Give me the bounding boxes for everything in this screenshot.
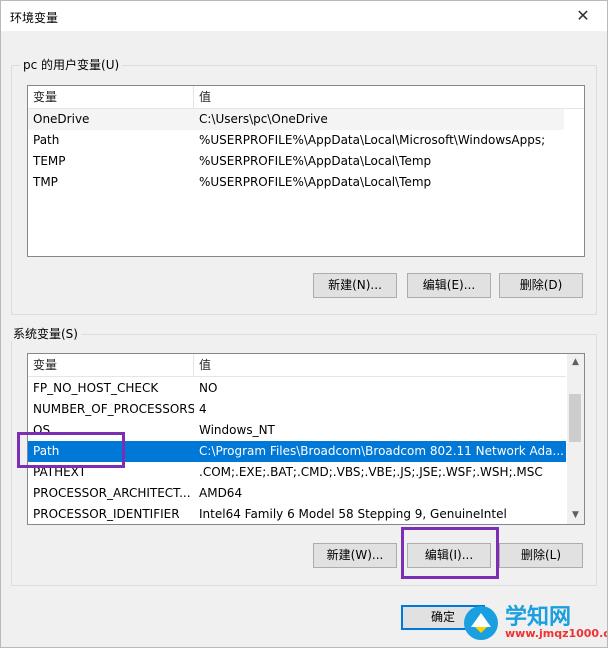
table-row[interactable]: PROCESSOR_ARCHITECT... AMD64	[28, 483, 567, 504]
variable-value: %USERPROFILE%\AppData\Local\Microsoft\Wi…	[199, 133, 546, 147]
watermark-logo-icon	[464, 606, 498, 640]
user-edit-button[interactable]: 编辑(E)...	[407, 273, 491, 298]
system-edit-button[interactable]: 编辑(I)...	[407, 543, 491, 568]
variable-name: OS	[33, 423, 51, 437]
column-header-variable[interactable]: 变量	[28, 354, 194, 376]
variable-name: PATHEXT	[33, 465, 87, 479]
system-variables-label: 系统变量(S)	[10, 327, 81, 341]
table-row[interactable]: OneDrive C:\Users\pc\OneDrive	[28, 109, 564, 130]
variable-name: PROCESSOR_IDENTIFIER	[33, 507, 180, 521]
column-header-value[interactable]: 值	[194, 354, 567, 376]
scrollbar-thumb[interactable]	[569, 394, 581, 442]
table-row[interactable]: PATHEXT .COM;.EXE;.BAT;.CMD;.VBS;.VBE;.J…	[28, 462, 567, 483]
table-row-selected[interactable]: Path C:\Program Files\Broadcom\Broadcom …	[28, 441, 567, 462]
variable-name: Path	[33, 133, 60, 147]
variable-name: FP_NO_HOST_CHECK	[33, 381, 159, 395]
scroll-up-icon[interactable]: ▲	[567, 354, 584, 371]
table-row[interactable]: Path %USERPROFILE%\AppData\Local\Microso…	[28, 130, 564, 151]
variable-value: %USERPROFILE%\AppData\Local\Temp	[199, 154, 432, 168]
variable-value: C:\Users\pc\OneDrive	[199, 112, 328, 126]
variable-name: OneDrive	[33, 112, 90, 126]
variable-name: NUMBER_OF_PROCESSORS	[33, 402, 194, 416]
variable-value: .COM;.EXE;.BAT;.CMD;.VBS;.VBE;.JS;.JSE;.…	[199, 465, 543, 479]
user-variables-label: pc 的用户变量(U)	[20, 58, 123, 72]
user-new-button[interactable]: 新建(N)...	[313, 273, 397, 298]
close-icon[interactable]: ✕	[563, 1, 603, 31]
variable-value: Windows_NT	[199, 423, 275, 437]
table-row[interactable]: TMP %USERPROFILE%\AppData\Local\Temp	[28, 172, 564, 193]
variable-name: Path	[33, 444, 60, 458]
variable-value: %USERPROFILE%\AppData\Local\Temp	[199, 175, 432, 189]
variable-name: TMP	[33, 175, 58, 189]
column-header-value[interactable]: 值	[194, 86, 584, 108]
system-new-button[interactable]: 新建(W)...	[313, 543, 397, 568]
variable-name: TEMP	[33, 154, 66, 168]
window-title: 环境变量	[10, 11, 59, 25]
watermark: 学知网 www.jmqz1000.com	[457, 597, 607, 647]
variable-value: Intel64 Family 6 Model 58 Stepping 9, Ge…	[199, 507, 507, 521]
variable-value: 4	[199, 402, 207, 416]
scroll-down-icon[interactable]: ▼	[567, 507, 584, 524]
table-row[interactable]: NUMBER_OF_PROCESSORS 4	[28, 399, 567, 420]
environment-variables-dialog: 环境变量 ✕ pc 的用户变量(U) 变量 值 OneDrive C:\User…	[0, 0, 608, 648]
title-bar: 环境变量 ✕	[1, 1, 607, 31]
variable-value: AMD64	[199, 486, 243, 500]
system-variables-list[interactable]: 变量 值 FP_NO_HOST_CHECK NO NUMBER_OF_PROCE…	[27, 353, 585, 525]
variable-value: NO	[199, 381, 218, 395]
system-delete-button[interactable]: 删除(L)	[499, 543, 583, 568]
watermark-url: www.jmqz1000.com	[505, 627, 607, 640]
table-row[interactable]: OS Windows_NT	[28, 420, 567, 441]
user-variables-list[interactable]: 变量 值 OneDrive C:\Users\pc\OneDrive Path …	[27, 85, 585, 257]
table-row[interactable]: TEMP %USERPROFILE%\AppData\Local\Temp	[28, 151, 564, 172]
user-delete-button[interactable]: 删除(D)	[499, 273, 583, 298]
table-row[interactable]: FP_NO_HOST_CHECK NO	[28, 378, 567, 399]
variable-name: PROCESSOR_ARCHITECT...	[33, 486, 191, 500]
table-row[interactable]: PROCESSOR_IDENTIFIER Intel64 Family 6 Mo…	[28, 504, 567, 524]
vertical-scrollbar[interactable]: ▲ ▼	[566, 354, 584, 524]
column-header-variable[interactable]: 变量	[28, 86, 194, 108]
variable-value: C:\Program Files\Broadcom\Broadcom 802.1…	[199, 444, 564, 458]
list-header: 变量 值	[28, 354, 584, 377]
list-header: 变量 值	[28, 86, 584, 109]
